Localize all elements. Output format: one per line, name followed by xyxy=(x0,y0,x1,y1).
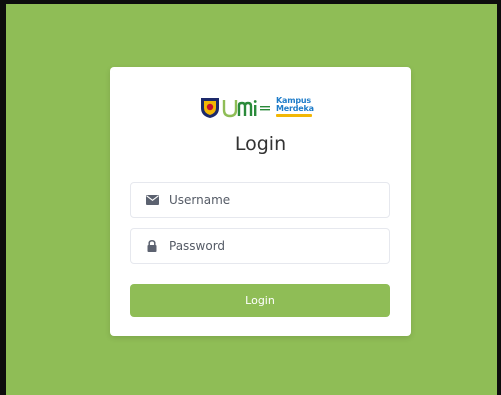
page-title: Login xyxy=(234,133,287,155)
kampus-logo-underline xyxy=(276,114,312,117)
password-input[interactable] xyxy=(169,229,389,263)
login-card: Kampus Merdeka Login Username Login xyxy=(110,67,411,336)
envelope-icon xyxy=(135,195,169,205)
umi-logo-icon xyxy=(201,98,270,118)
username-input[interactable] xyxy=(169,183,389,217)
page-background: Kampus Merdeka Login Username Login xyxy=(0,0,501,395)
merdeka-logo-text: Merdeka xyxy=(276,104,314,113)
password-field[interactable] xyxy=(130,228,390,264)
kampus-merdeka-logo: Kampus Merdeka xyxy=(276,97,314,117)
logo: Kampus Merdeka xyxy=(200,95,314,119)
lock-icon xyxy=(135,240,169,252)
username-field[interactable] xyxy=(130,182,390,218)
login-button[interactable]: Login xyxy=(130,284,390,317)
